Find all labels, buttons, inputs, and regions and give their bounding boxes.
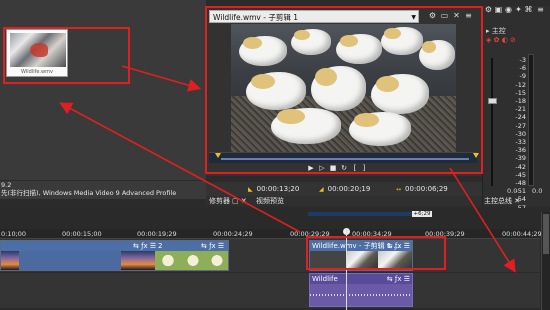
meter-scale-label: -39: [515, 154, 526, 163]
mute-icon[interactable]: ◉: [504, 5, 513, 14]
audio-waveform: [310, 284, 412, 306]
ruler-label: 00:00:19;29: [137, 230, 177, 238]
meter-scale-label: -33: [515, 138, 526, 147]
tools-icon[interactable]: ⌘: [524, 5, 533, 14]
in-marker-icon: ◣: [248, 186, 253, 193]
meter-scale-label: -36: [515, 146, 526, 155]
ruler-label: 00:00:15;00: [62, 230, 102, 238]
annotation-box-preview: [205, 6, 483, 174]
meter-scale-label: -9: [519, 72, 526, 81]
meter-scale-label: -12: [515, 80, 526, 89]
timecode-length[interactable]: ↔ 00:00:06;29: [396, 185, 448, 193]
ruler-label: 00:00:24;29: [213, 230, 253, 238]
gear-icon[interactable]: ⚙: [484, 5, 493, 14]
meter-scale-label: -6: [519, 64, 526, 73]
audio-track: Wildlife ⇆ ƒx ☰: [0, 273, 540, 308]
tab-video-preview[interactable]: 视频预览: [256, 196, 284, 206]
audio-clip[interactable]: Wildlife ⇆ ƒx ☰: [309, 273, 413, 307]
tab-trimmer-close[interactable]: ▢ ✕: [232, 196, 247, 206]
meter-scale-label: -45: [515, 170, 526, 179]
timeline-ruler[interactable]: 0:10;00 00:00:15;00 00:00:19;29 00:00:24…: [0, 229, 542, 239]
media-info: 9.2 先(非行扫描), Windows Media Video 9 Advan…: [0, 181, 206, 199]
audio-clip-header: Wildlife ⇆ ƒx ☰: [310, 274, 412, 284]
panel-tabs: 修剪器 ▢ ✕ 视频预览: [206, 196, 482, 206]
video-track: ⇆ ƒx ☰ 2 ⇆ ƒx ☰ Wildlife.wmv - 子剪辑 1 ...…: [0, 239, 540, 272]
media-info-line2: 先(非行扫描), Windows Media Video 9 Advanced …: [1, 189, 177, 197]
ruler-label: 00:00:44;29: [502, 230, 542, 238]
audio-clip-fx-icons[interactable]: ⇆ ƒx ☰: [387, 274, 410, 284]
master-label-row: ▸ 主控: [486, 26, 506, 36]
meter-peak-right: 0.0: [532, 187, 543, 195]
meter-scale-label: -30: [515, 129, 526, 138]
length-icon: ↔: [396, 186, 402, 193]
meter-scale-label: -42: [515, 162, 526, 171]
master-label: 主控: [491, 27, 506, 35]
volume-fader-track: [491, 58, 493, 186]
tab-trimmer[interactable]: 修剪器: [209, 196, 230, 206]
loop-region-length: +6;29: [412, 211, 432, 217]
timecode-out[interactable]: ◢ 00:00:20;19: [319, 185, 370, 193]
meter-peak-left: 0.0: [507, 187, 518, 195]
fx-icon[interactable]: ▣: [494, 5, 503, 14]
clip-a-fx-icons-2[interactable]: ⇆ ƒx ☰: [201, 241, 224, 251]
out-marker-icon: ◢: [319, 186, 324, 193]
meter-scale-label: -27: [515, 121, 526, 130]
close-icon: ✕: [514, 197, 521, 205]
timecode-row: ◣ 00:00:13;20 ◢ 00:00:20;19 ↔ 00:00:06;29: [206, 182, 482, 196]
level-meter: [528, 54, 534, 186]
timeline-scrollbar[interactable]: [541, 212, 550, 310]
clip-a-fx-icons[interactable]: ⇆ ƒx ☰: [133, 241, 156, 251]
volume-fader[interactable]: [488, 98, 497, 104]
meter-scale-label: -24: [515, 113, 526, 122]
audio-clip-label: Wildlife: [312, 275, 338, 283]
meter-scale-label: -21: [515, 105, 526, 114]
master-bus-tab[interactable]: 主控总线 ✕: [484, 196, 520, 206]
ruler-label: 0:10;00: [1, 230, 27, 238]
annotation-box-media: [3, 27, 130, 84]
meter-scale-label: -3: [519, 56, 526, 64]
media-info-line1: 9.2: [1, 181, 12, 189]
video-clip-a[interactable]: ⇆ ƒx ☰ 2 ⇆ ƒx ☰: [0, 240, 229, 271]
meter-scale-label: -18: [515, 97, 526, 106]
scrollbar-thumb[interactable]: [543, 214, 549, 254]
clip-a-label: 2: [158, 242, 163, 250]
meter-scale-label: -15: [515, 88, 526, 97]
settings-icon[interactable]: ✦: [514, 5, 523, 14]
annotation-box-clip: [306, 236, 446, 270]
timecode-in[interactable]: ◣ 00:00:13;20: [248, 185, 299, 193]
clip-header: ⇆ ƒx ☰ 2 ⇆ ƒx ☰: [1, 241, 228, 251]
menu-icon[interactable]: ≡: [536, 5, 545, 14]
master-fx-icons[interactable]: ◈ ✿ ◐ ⊘: [486, 36, 516, 44]
